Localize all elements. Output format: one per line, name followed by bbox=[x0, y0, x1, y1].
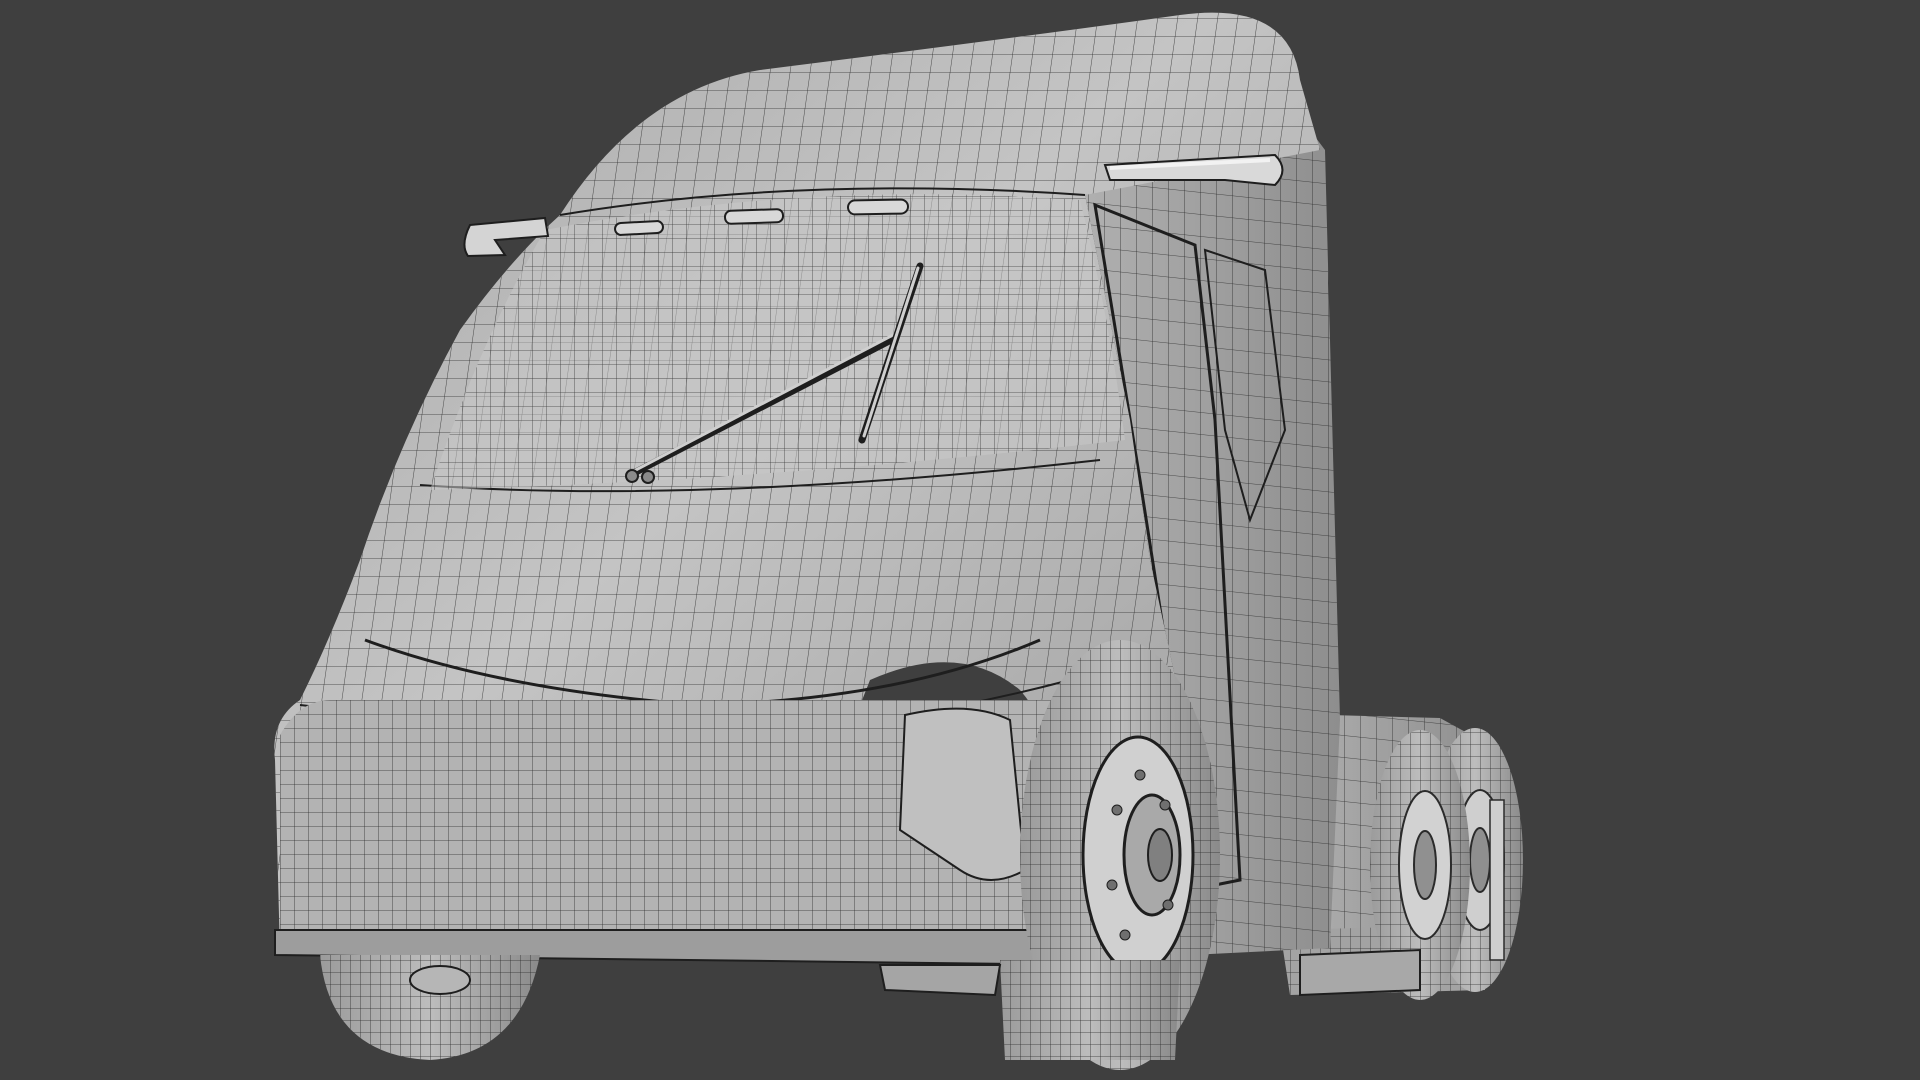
front-bumper bbox=[274, 700, 1101, 967]
front-wheel-left bbox=[320, 955, 540, 1060]
truck-wireframe-model bbox=[274, 12, 1523, 1070]
windshield bbox=[430, 194, 1125, 490]
3d-viewport[interactable] bbox=[0, 0, 1920, 1080]
